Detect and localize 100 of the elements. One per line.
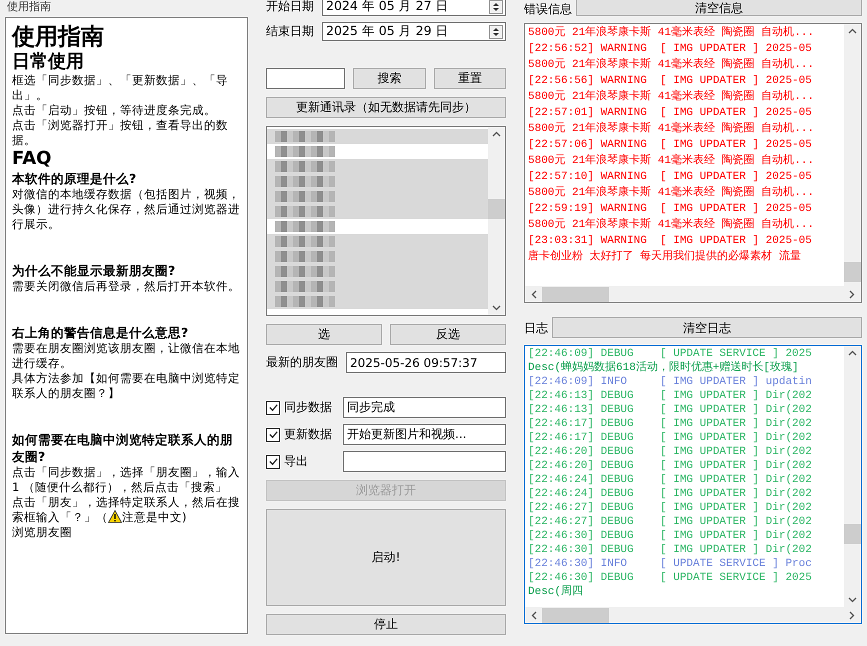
spinner-icon[interactable] bbox=[489, 24, 503, 38]
scroll-thumb[interactable] bbox=[844, 262, 861, 282]
scrollbar[interactable] bbox=[488, 127, 505, 315]
spinner-icon[interactable] bbox=[489, 0, 503, 14]
scroll-left-icon[interactable] bbox=[531, 290, 537, 298]
log-line: [22:46:27] DEBUG [ IMG UPDATER ] Dir(202 bbox=[528, 501, 813, 515]
log-line: [22:46:24] DEBUG [ IMG UPDATER ] Dir(202 bbox=[528, 487, 813, 501]
status-field[interactable]: 同步完成 bbox=[343, 397, 506, 418]
search-button[interactable]: 搜索 bbox=[353, 68, 426, 89]
panel-label: 错误信息 bbox=[524, 2, 572, 16]
guide-text: 对微信的本地缓存数据（包括图片，视频，头像）进行持久化保存，然后通过浏览器进行展示。 bbox=[12, 187, 241, 232]
scrollbar[interactable] bbox=[844, 346, 861, 607]
scroll-down-icon[interactable] bbox=[848, 597, 857, 603]
checkbox-label: 导出 bbox=[284, 453, 308, 470]
guide-title: 使用指南 bbox=[12, 24, 105, 51]
log-line: 唐卡创业粉 太好打了 每天用我们提供的必爆素材 流量 bbox=[528, 249, 802, 265]
scroll-right-icon[interactable] bbox=[849, 610, 855, 620]
clear-log-button[interactable]: 清空日志 bbox=[552, 317, 862, 338]
panel-label: 日志 bbox=[524, 320, 548, 334]
scroll-up-icon[interactable] bbox=[848, 350, 857, 356]
date-picker[interactable]: 2025 年 05 月 29 日 bbox=[322, 22, 506, 41]
log-line: [22:46:30] DEBUG [ IMG UPDATER ] Dir(202 bbox=[528, 543, 813, 557]
log-line: [22:46:20] DEBUG [ IMG UPDATER ] Dir(202 bbox=[528, 445, 813, 459]
scroll-thumb[interactable] bbox=[542, 287, 609, 302]
status-field[interactable] bbox=[343, 451, 506, 472]
faq-question: 本软件的原理是什么? bbox=[12, 170, 138, 187]
log-line: [22:59:19] WARNING [ IMG UPDATER ] 2025-05 bbox=[528, 202, 813, 217]
guide-text: 点击「朋友」，选择特定联系人，然后在搜 bbox=[12, 495, 241, 510]
scroll-left-icon[interactable] bbox=[531, 610, 537, 620]
log-line: [22:46:20] DEBUG [ IMG UPDATER ] Dir(202 bbox=[528, 459, 813, 473]
log-line: [22:57:06] WARNING [ IMG UPDATER ] 2025-05 bbox=[528, 138, 813, 153]
faq-question: 右上角的警告信息是什么意思? bbox=[12, 324, 190, 341]
guide-text: 点击「同步数据」，选择「朋友圈」，输入1 （随便什么都行），然后点击「搜索」 bbox=[12, 465, 241, 495]
log-line: [22:46:27] DEBUG [ IMG UPDATER ] Dir(202 bbox=[528, 515, 813, 529]
panel-legend: 使用指南 bbox=[7, 0, 248, 14]
log-line: Desc(周四 bbox=[528, 585, 584, 599]
reset-button[interactable]: 重置 bbox=[434, 68, 506, 89]
log-line: [22:56:56] WARNING [ IMG UPDATER ] 2025-05 bbox=[528, 74, 813, 89]
select-all-button[interactable]: 选 bbox=[266, 324, 382, 345]
date-picker[interactable]: 2024 年 05 月 27 日 bbox=[322, 0, 506, 16]
contact-row[interactable] bbox=[267, 159, 488, 174]
start-button[interactable]: 启动! bbox=[266, 509, 506, 606]
guide-text: 点击「启动」按钮，等待进度条完成。 bbox=[12, 103, 217, 118]
scroll-down-icon[interactable] bbox=[492, 305, 501, 311]
scroll-thumb[interactable] bbox=[844, 524, 861, 544]
contact-row[interactable] bbox=[267, 234, 488, 249]
guide-text: 浏览朋友圈 bbox=[12, 525, 73, 540]
stop-button[interactable]: 停止 bbox=[266, 614, 506, 635]
field-label: 结束日期 bbox=[266, 23, 314, 40]
log-line: [22:57:01] WARNING [ IMG UPDATER ] 2025-05 bbox=[528, 106, 813, 121]
log-line: Desc(蝉妈妈数据618活动，限时优惠+赠送时长[玫瑰] bbox=[528, 361, 800, 375]
guide-text: 点击「浏览器打开」按钮，查看导出的数据。 bbox=[12, 118, 229, 148]
latest-moment-field[interactable]: 2025-05-26 09:57:37 bbox=[346, 352, 506, 373]
guide-text: 框选「同步数据」、「更新数据」、「导出」。 bbox=[12, 73, 229, 103]
checkbox-label: 更新数据 bbox=[284, 426, 332, 443]
log-line: 5800元 21年浪琴康卡斯 41毫米表经 陶瓷圈 自动机... bbox=[528, 217, 816, 233]
guide-text: 索框输入「？」（ bbox=[12, 510, 108, 524]
log-line: [23:03:31] WARNING [ IMG UPDATER ] 2025-05 bbox=[528, 234, 813, 249]
field-label: 最新的朋友圈 bbox=[266, 354, 338, 371]
checkbox[interactable] bbox=[266, 454, 280, 468]
log-line: 5800元 21年浪琴康卡斯 41毫米表经 陶瓷圈 自动机... bbox=[528, 89, 816, 105]
clear-errors-button[interactable]: 清空信息 bbox=[576, 0, 862, 16]
log-line: [22:46:09] INFO [ IMG UPDATER ] updatin bbox=[528, 375, 813, 389]
field-label: 开始日期 bbox=[266, 0, 314, 15]
log-line: [22:46:13] DEBUG [ IMG UPDATER ] Dir(202 bbox=[528, 403, 813, 417]
scroll-right-icon[interactable] bbox=[849, 290, 855, 298]
scroll-up-icon[interactable] bbox=[492, 131, 501, 137]
warning-icon bbox=[108, 510, 122, 523]
log-line: [22:46:09] DEBUG [ UPDATE SERVICE ] 2025 bbox=[528, 347, 813, 360]
log-line: [22:46:17] DEBUG [ IMG UPDATER ] Dir(202 bbox=[528, 431, 813, 445]
log-line: [22:46:13] DEBUG [ IMG UPDATER ] Dir(202 bbox=[528, 389, 813, 403]
checkbox-label: 同步数据 bbox=[284, 399, 332, 416]
log-line: [22:46:30] INFO [ UPDATE SERVICE ] Proc bbox=[528, 557, 813, 571]
update-contacts-button[interactable]: 更新通讯录（如无数据请先同步） bbox=[266, 97, 506, 118]
log-line: 5800元 21年浪琴康卡斯 41毫米表经 陶瓷圈 自动机... bbox=[528, 57, 816, 73]
faq-question: 如何需要在电脑中浏览特定联系人的朋友圈? bbox=[12, 431, 234, 465]
guide-text: 需要关闭微信后再登录，然后打开本软件。 bbox=[12, 279, 241, 294]
faq-question: 为什么不能显示最新朋友圈? bbox=[12, 262, 176, 279]
checkbox[interactable] bbox=[266, 400, 280, 414]
log-line: [22:46:24] DEBUG [ IMG UPDATER ] Dir(202 bbox=[528, 473, 813, 487]
search-field[interactable] bbox=[266, 68, 345, 89]
guide-text: 注意是中文) bbox=[122, 510, 186, 524]
log-line: 5800元 21年浪琴康卡斯 41毫米表经 陶瓷圈 自动机... bbox=[528, 121, 816, 137]
log-line: [22:57:10] WARNING [ IMG UPDATER ] 2025-05 bbox=[528, 170, 813, 185]
guide-text: 需要在朋友圈浏览该朋友圈，让微信在本地进行缓存。 bbox=[12, 341, 241, 371]
status-field[interactable]: 开始更新图片和视频... bbox=[343, 424, 506, 445]
log-line: [22:46:30] DEBUG [ UPDATE SERVICE ] 2025 bbox=[528, 571, 813, 585]
log-line: 5800元 21年浪琴康卡斯 41毫米表经 陶瓷圈 自动机... bbox=[528, 25, 816, 41]
scrollbar[interactable] bbox=[844, 24, 861, 286]
contact-row[interactable] bbox=[267, 204, 488, 219]
log-line: [22:56:52] WARNING [ IMG UPDATER ] 2025-05 bbox=[528, 42, 813, 57]
scroll-up-icon[interactable] bbox=[848, 28, 857, 34]
guide-heading: FAQ bbox=[12, 148, 52, 170]
checkbox[interactable] bbox=[266, 428, 280, 442]
log-line: 5800元 21年浪琴康卡斯 41毫米表经 陶瓷圈 自动机... bbox=[528, 185, 816, 201]
scroll-thumb[interactable] bbox=[542, 608, 609, 623]
log-line: [22:46:17] DEBUG [ IMG UPDATER ] Dir(202 bbox=[528, 417, 813, 431]
invert-selection-button[interactable]: 反选 bbox=[390, 324, 506, 345]
scroll-thumb[interactable] bbox=[488, 199, 505, 219]
log-line: 5800元 21年浪琴康卡斯 41毫米表经 陶瓷圈 自动机... bbox=[528, 153, 816, 169]
